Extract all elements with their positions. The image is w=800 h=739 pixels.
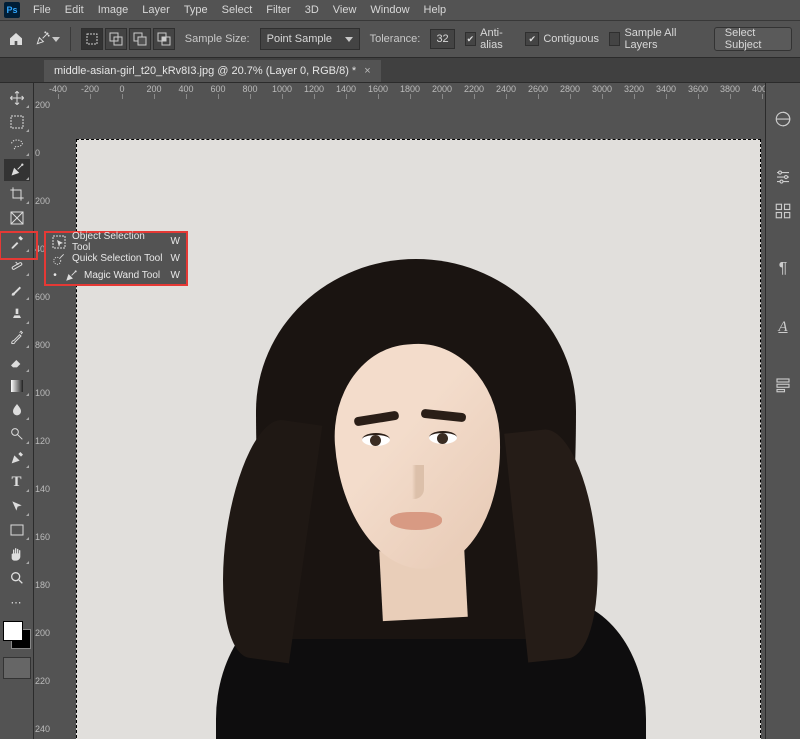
right-panel-dock: ¶ A (765, 83, 800, 739)
quick-selection-icon (52, 252, 66, 266)
selection-mode-group (81, 28, 175, 50)
menu-filter[interactable]: Filter (259, 2, 297, 18)
menu-layer[interactable]: Layer (135, 2, 177, 18)
menu-select[interactable]: Select (215, 2, 260, 18)
path-selection-tool[interactable] (4, 495, 30, 517)
menu-help[interactable]: Help (417, 2, 454, 18)
rectangle-tool[interactable] (4, 519, 30, 541)
contiguous-checkbox[interactable]: Contiguous (525, 32, 599, 46)
pen-tool[interactable] (4, 447, 30, 469)
flyout-object-selection-tool[interactable]: Object Selection Tool W (46, 233, 186, 250)
properties-panel-icon[interactable] (771, 373, 795, 397)
foreground-color-swatch[interactable] (3, 621, 23, 641)
menu-window[interactable]: Window (363, 2, 416, 18)
color-panel-icon[interactable] (771, 107, 795, 131)
brush-tool[interactable] (4, 279, 30, 301)
selection-add-button[interactable] (105, 28, 127, 50)
flyout-magic-wand-tool[interactable]: •Magic Wand Tool W (46, 267, 186, 284)
crop-tool[interactable] (4, 183, 30, 205)
sample-all-layers-checkbox[interactable]: Sample All Layers (609, 27, 694, 51)
edit-toolbar-button[interactable]: ⋯ (4, 591, 30, 613)
clone-stamp-tool[interactable] (4, 303, 30, 325)
blur-tool[interactable] (4, 399, 30, 421)
menu-file[interactable]: File (26, 2, 58, 18)
character-panel-icon[interactable]: A (771, 315, 795, 339)
adjustments-panel-icon[interactable] (771, 165, 795, 189)
app-logo: Ps (4, 2, 20, 18)
sample-size-value: Point Sample (267, 33, 332, 45)
menu-3d[interactable]: 3D (298, 2, 326, 18)
healing-brush-tool[interactable] (4, 255, 30, 277)
sample-size-label: Sample Size: (185, 33, 250, 45)
tolerance-value: 32 (436, 33, 448, 45)
document-tab-bar: middle-asian-girl_t20_kRv8I3.jpg @ 20.7%… (0, 58, 800, 83)
selection-new-button[interactable] (81, 28, 103, 50)
gradient-tool[interactable] (4, 375, 30, 397)
select-subject-button[interactable]: Select Subject (714, 27, 792, 51)
home-icon[interactable] (8, 31, 24, 47)
styles-panel-icon[interactable] (771, 199, 795, 223)
menu-image[interactable]: Image (91, 2, 136, 18)
color-swatches[interactable] (3, 621, 31, 649)
document-tab[interactable]: middle-asian-girl_t20_kRv8I3.jpg @ 20.7%… (44, 60, 381, 82)
flyout-shortcut: W (171, 236, 180, 247)
menu-type[interactable]: Type (177, 2, 215, 18)
canvas-background[interactable] (50, 99, 765, 739)
flyout-shortcut: W (171, 270, 180, 281)
selection-subtract-button[interactable] (129, 28, 151, 50)
document-tab-title: middle-asian-girl_t20_kRv8I3.jpg @ 20.7%… (54, 65, 356, 77)
tolerance-label: Tolerance: (370, 33, 421, 45)
tool-flyout-menu: Object Selection Tool W Quick Selection … (44, 231, 188, 286)
history-brush-tool[interactable] (4, 327, 30, 349)
current-tool-indicator[interactable] (34, 31, 60, 47)
lasso-tool[interactable] (4, 135, 30, 157)
menu-edit[interactable]: Edit (58, 2, 91, 18)
hand-tool[interactable] (4, 543, 30, 565)
menu-view[interactable]: View (326, 2, 364, 18)
workspace: T ⋯ -400-2000200400600800100012001400160… (0, 83, 800, 739)
image-subject (196, 219, 626, 739)
antialias-checkbox[interactable]: Anti-alias (465, 27, 516, 51)
move-tool[interactable] (4, 87, 30, 109)
canvas-area: -400-20002004006008001000120014001600180… (34, 83, 765, 739)
options-bar: Sample Size: Point Sample Tolerance: 32 … (0, 21, 800, 58)
selection-intersect-button[interactable] (153, 28, 175, 50)
flyout-shortcut: W (171, 253, 180, 264)
tools-panel: T ⋯ (0, 83, 34, 739)
quick-mask-button[interactable] (3, 657, 31, 679)
paragraph-panel-icon[interactable]: ¶ (771, 257, 795, 281)
eraser-tool[interactable] (4, 351, 30, 373)
type-tool[interactable]: T (4, 471, 30, 493)
sample-size-dropdown[interactable]: Point Sample (260, 28, 360, 50)
close-tab-icon[interactable]: × (364, 65, 370, 77)
horizontal-ruler[interactable]: -400-20002004006008001000120014001600180… (50, 83, 765, 100)
zoom-tool[interactable] (4, 567, 30, 589)
magic-wand-tool[interactable] (4, 159, 30, 181)
flyout-quick-selection-tool[interactable]: Quick Selection Tool W (46, 250, 186, 267)
vertical-ruler[interactable]: 2000200400600800100012001400160018002000… (34, 99, 51, 739)
menu-bar: Ps File Edit Image Layer Type Select Fil… (0, 0, 800, 21)
magic-wand-icon (64, 269, 78, 283)
marquee-tool[interactable] (4, 111, 30, 133)
document-canvas[interactable] (76, 139, 761, 739)
eyedropper-tool[interactable] (4, 231, 30, 253)
frame-tool[interactable] (4, 207, 30, 229)
tolerance-input[interactable]: 32 (430, 29, 454, 49)
object-selection-icon (52, 235, 66, 249)
dodge-tool[interactable] (4, 423, 30, 445)
